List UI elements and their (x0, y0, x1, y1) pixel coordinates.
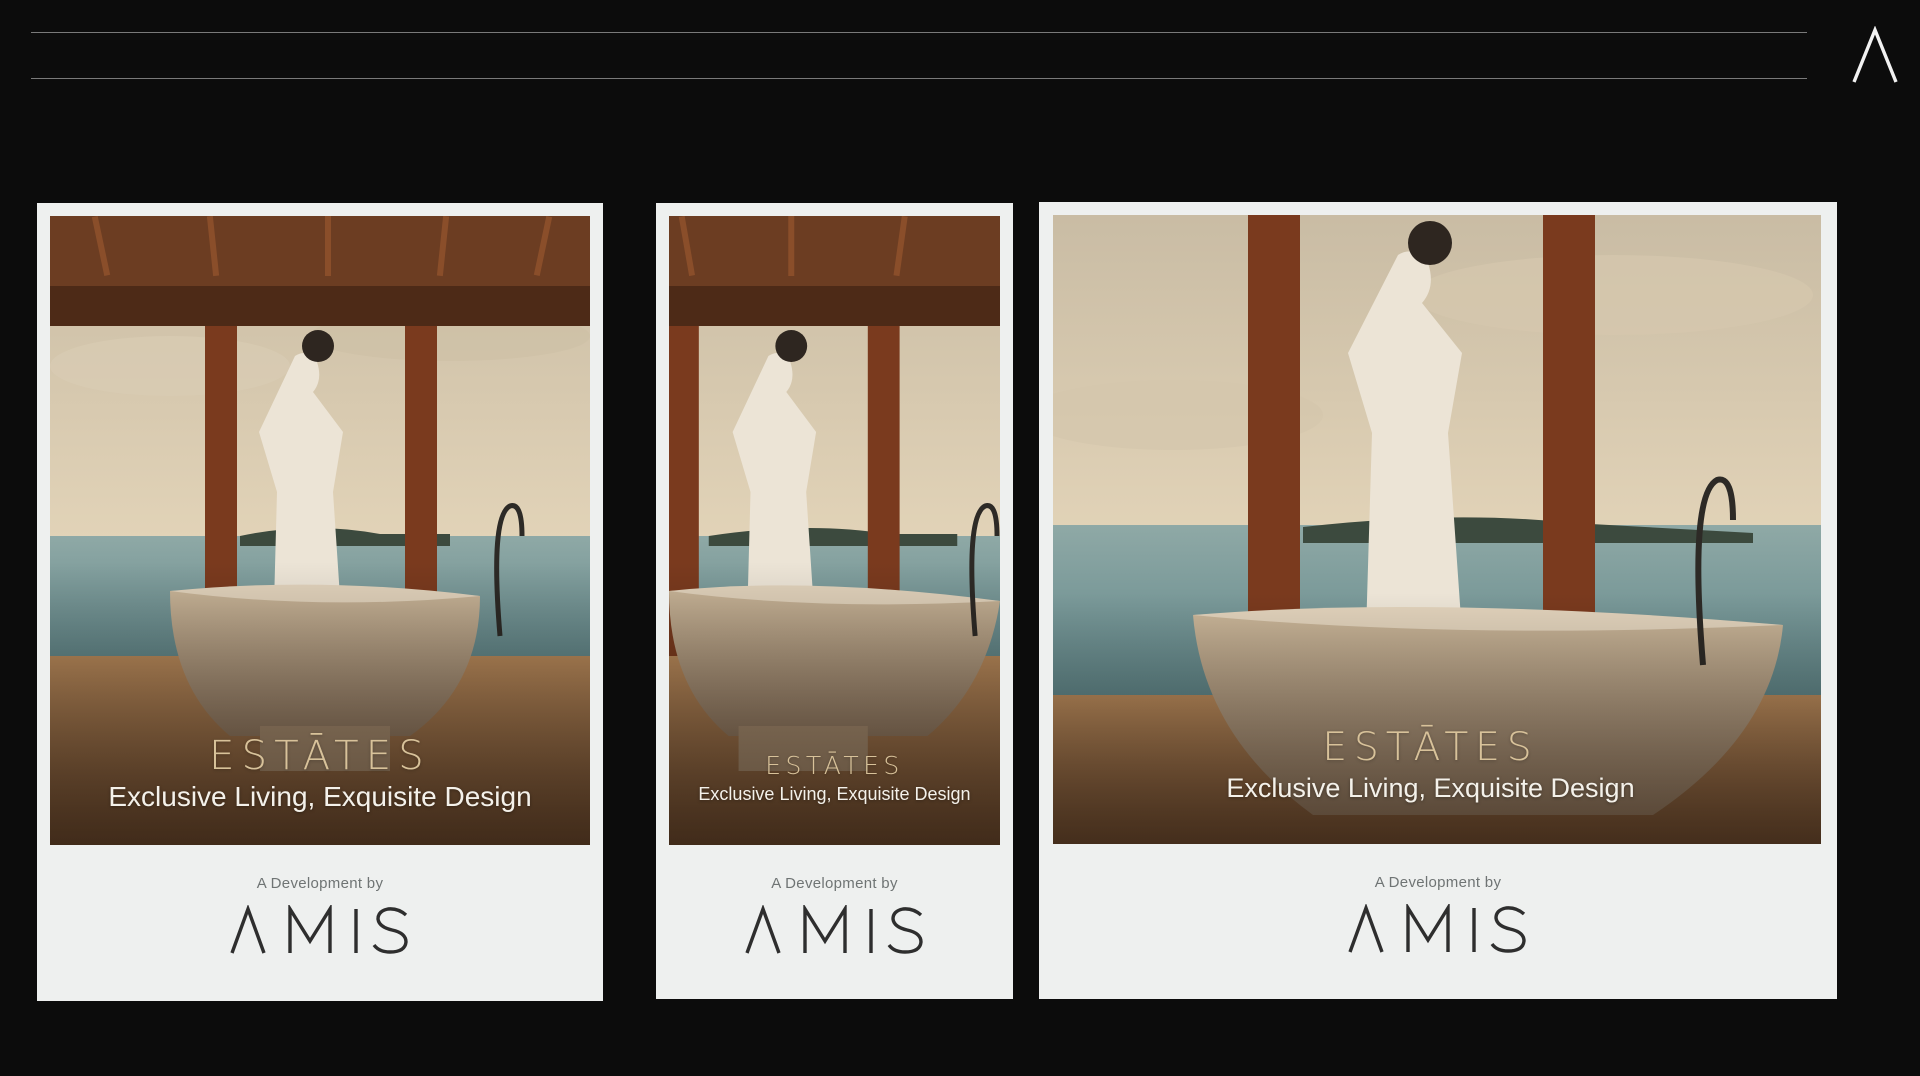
estates-title: ESTĀTES (1322, 725, 1539, 770)
developer-credit: A Development by (37, 875, 603, 955)
brochure-card-square[interactable]: ESTĀTES Exclusive Living, Exquisite Desi… (1039, 202, 1837, 999)
amis-logo (37, 905, 603, 955)
lambda-a-logo-icon (1852, 26, 1898, 83)
estates-title: ESTĀTES (209, 733, 431, 779)
layout-preview-canvas: ESTĀTES Exclusive Living, Exquisite Desi… (0, 0, 1920, 1076)
tagline: Exclusive Living, Exquisite Design (698, 784, 971, 804)
credit-label: A Development by (771, 875, 898, 892)
credit-label: A Development by (256, 875, 384, 892)
amis-wordmark-icon (744, 905, 923, 954)
cover-text: ESTĀTES Exclusive Living, Exquisite Desi… (656, 751, 1013, 805)
amis-logo (656, 905, 1013, 955)
amis-wordmark-icon (1348, 904, 1526, 953)
developer-credit: A Development by (656, 875, 1013, 955)
brochure-card-narrow[interactable]: ESTĀTES Exclusive Living, Exquisite Desi… (656, 203, 1013, 999)
header-rule-bottom (31, 78, 1807, 79)
estates-title: ESTĀTES (765, 751, 904, 780)
developer-credit: A Development by (1039, 874, 1837, 954)
amis-logo (1039, 904, 1837, 954)
brochure-card-wide[interactable]: ESTĀTES Exclusive Living, Exquisite Desi… (37, 203, 603, 1001)
cover-text: ESTĀTES Exclusive Living, Exquisite Desi… (37, 733, 603, 813)
header-rule-top (31, 32, 1807, 33)
amis-wordmark-icon (230, 905, 408, 954)
tagline: Exclusive Living, Exquisite Design (108, 781, 532, 812)
credit-label: A Development by (1374, 874, 1502, 891)
tagline: Exclusive Living, Exquisite Design (1226, 773, 1635, 803)
cover-text: ESTĀTES Exclusive Living, Exquisite Desi… (1024, 725, 1837, 804)
